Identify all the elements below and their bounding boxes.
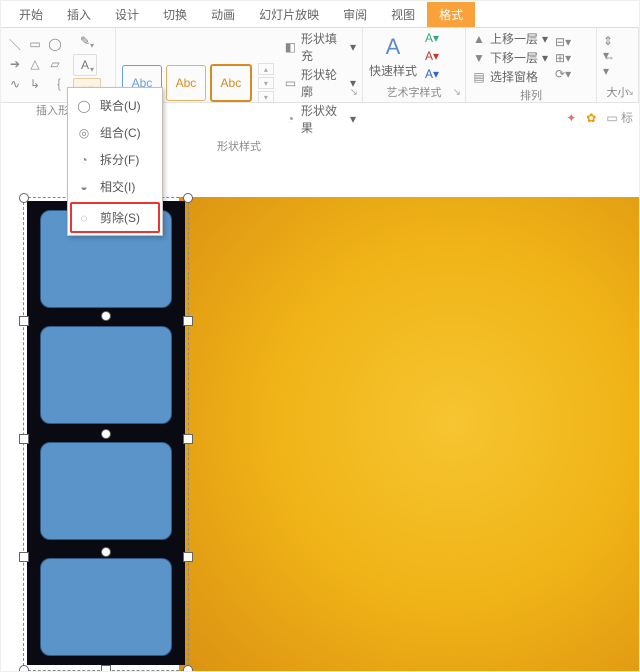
resize-handle[interactable] (19, 193, 29, 203)
merge-shapes-menu: ◯联合(U) ◎组合(C) ◔拆分(F) ◒相交(I) ◌剪除(S) (67, 87, 163, 236)
group-arrange: ▲上移一层 ▾ ▼下移一层 ▾ ▤选择窗格 ⊟▾ ⊞▾ ⟳▾ 排列 (466, 28, 597, 102)
shape-line-icon[interactable]: ＼ (7, 36, 23, 52)
shape-arrow-icon[interactable]: ➔ (7, 56, 23, 72)
style-gallery-scroll[interactable]: ▴▾▾ (258, 63, 274, 103)
resize-handle[interactable] (183, 316, 193, 326)
selection-pane-icon: ▤ (472, 70, 486, 84)
resize-handle[interactable] (183, 552, 193, 562)
menu-subtract[interactable]: ◌剪除(S) (70, 202, 160, 233)
selection-pane-btn[interactable]: ▤选择窗格 (472, 68, 548, 85)
shape-outline-btn[interactable]: ▭形状轮廓 ▾ (284, 66, 356, 100)
style-launcher-icon[interactable]: ↘ (350, 87, 358, 98)
effects-icon: ◔ (284, 112, 297, 126)
quick-style-btn[interactable]: A 快速样式 (369, 34, 417, 79)
fill-icon: ◧ (284, 40, 297, 54)
subtract-icon: ◌ (76, 211, 92, 225)
tag-icon[interactable]: ▭ 标 (606, 109, 633, 126)
text-box-btn[interactable]: A▾ (73, 54, 97, 76)
shape-conn-icon[interactable]: ↳ (27, 76, 43, 92)
union-icon: ◯ (76, 99, 92, 113)
gear-icon[interactable]: ✿ (586, 111, 596, 125)
shape-curve-icon[interactable]: ∿ (7, 76, 23, 92)
edit-shape-btn[interactable]: ✎▾ (73, 30, 97, 52)
resize-handle[interactable] (183, 434, 193, 444)
shape-brace-icon[interactable]: ｛ (47, 76, 63, 92)
group-size: ⇕ ▾ ⇔ ▾ 大小 ↘ (597, 28, 639, 102)
align-icon[interactable]: ⊟▾ (556, 35, 570, 49)
menu-intersect[interactable]: ◒相交(I) (72, 173, 158, 200)
tab-view[interactable]: 视图 (379, 2, 427, 27)
slide-background (179, 197, 640, 672)
resize-handle[interactable] (183, 665, 193, 672)
tab-insert[interactable]: 插入 (55, 2, 103, 27)
resize-handle[interactable] (19, 665, 29, 672)
menu-union[interactable]: ◯联合(U) (72, 92, 158, 119)
outline-icon: ▭ (284, 76, 297, 90)
resize-handle[interactable] (183, 193, 193, 203)
ribbon-tabs: 开始 插入 设计 切换 动画 幻灯片放映 审阅 视图 格式 (1, 1, 639, 27)
group-icon[interactable]: ⊞▾ (556, 51, 570, 65)
shape-poly-icon[interactable]: △ (27, 56, 43, 72)
shape-star-icon[interactable]: ▱ (47, 56, 63, 72)
shape-effects-btn[interactable]: ◔形状效果 ▾ (284, 102, 356, 136)
resize-handle[interactable] (19, 552, 29, 562)
group-wordart: A 快速样式 A▾ A▾ A▾ 艺术字样式 ↘ (363, 28, 466, 102)
tab-review[interactable]: 审阅 (331, 2, 379, 27)
right-tools: ✦ ✿ ▭ 标 (566, 109, 633, 126)
tab-design[interactable]: 设计 (103, 2, 151, 27)
rotate-icon[interactable]: ⟳▾ (556, 67, 570, 81)
menu-combine[interactable]: ◎组合(C) (72, 119, 158, 146)
bring-forward-btn[interactable]: ▲上移一层 ▾ (472, 30, 548, 47)
app-window: 开始 插入 设计 切换 动画 幻灯片放映 审阅 视图 格式 ＼ ▭ ◯ ➔ △ … (0, 0, 640, 672)
size-launcher-icon[interactable]: ↘ (626, 87, 634, 98)
tab-home[interactable]: 开始 (7, 2, 55, 27)
wordart-tools: A▾ A▾ A▾ (425, 31, 439, 81)
wordart-launcher-icon[interactable]: ↘ (453, 87, 461, 98)
fragment-icon: ◔ (76, 153, 92, 167)
magic-icon[interactable]: ✦ (566, 111, 576, 125)
selection-box (23, 197, 189, 671)
text-outline-icon[interactable]: A▾ (425, 49, 439, 63)
slide-canvas[interactable] (1, 197, 639, 671)
send-backward-icon: ▼ (472, 51, 486, 65)
shape-ellipse-icon[interactable]: ◯ (47, 36, 63, 52)
bring-forward-icon: ▲ (472, 32, 486, 46)
text-effect-icon[interactable]: A▾ (425, 67, 439, 81)
resize-handle[interactable] (101, 547, 111, 557)
resize-handle[interactable] (101, 429, 111, 439)
shape-gallery[interactable]: ＼ ▭ ◯ ➔ △ ▱ ∿ ↳ ｛ (7, 36, 65, 94)
resize-handle[interactable] (19, 434, 29, 444)
style-preset-3[interactable]: Abc (210, 64, 252, 102)
tab-transition[interactable]: 切换 (151, 2, 199, 27)
tab-animation[interactable]: 动画 (199, 2, 247, 27)
tab-format[interactable]: 格式 (427, 2, 475, 27)
text-fill-icon[interactable]: A▾ (425, 31, 439, 45)
resize-handle[interactable] (101, 311, 111, 321)
combine-icon: ◎ (76, 126, 92, 140)
group-title-arrange: 排列 (472, 85, 590, 105)
intersect-icon: ◒ (76, 180, 92, 194)
tab-slideshow[interactable]: 幻灯片放映 (247, 2, 331, 27)
menu-fragment[interactable]: ◔拆分(F) (72, 146, 158, 173)
resize-handle[interactable] (101, 665, 111, 672)
shape-rect-icon[interactable]: ▭ (27, 36, 43, 52)
resize-handle[interactable] (19, 316, 29, 326)
group-title-wordart: 艺术字样式 (369, 82, 459, 102)
quick-style-icon: A (386, 34, 401, 60)
send-backward-btn[interactable]: ▼下移一层 ▾ (472, 49, 548, 66)
width-icon[interactable]: ⇔ ▾ (603, 57, 617, 71)
shape-fill-btn[interactable]: ◧形状填充 ▾ (284, 30, 356, 64)
style-preset-2[interactable]: Abc (166, 65, 206, 101)
